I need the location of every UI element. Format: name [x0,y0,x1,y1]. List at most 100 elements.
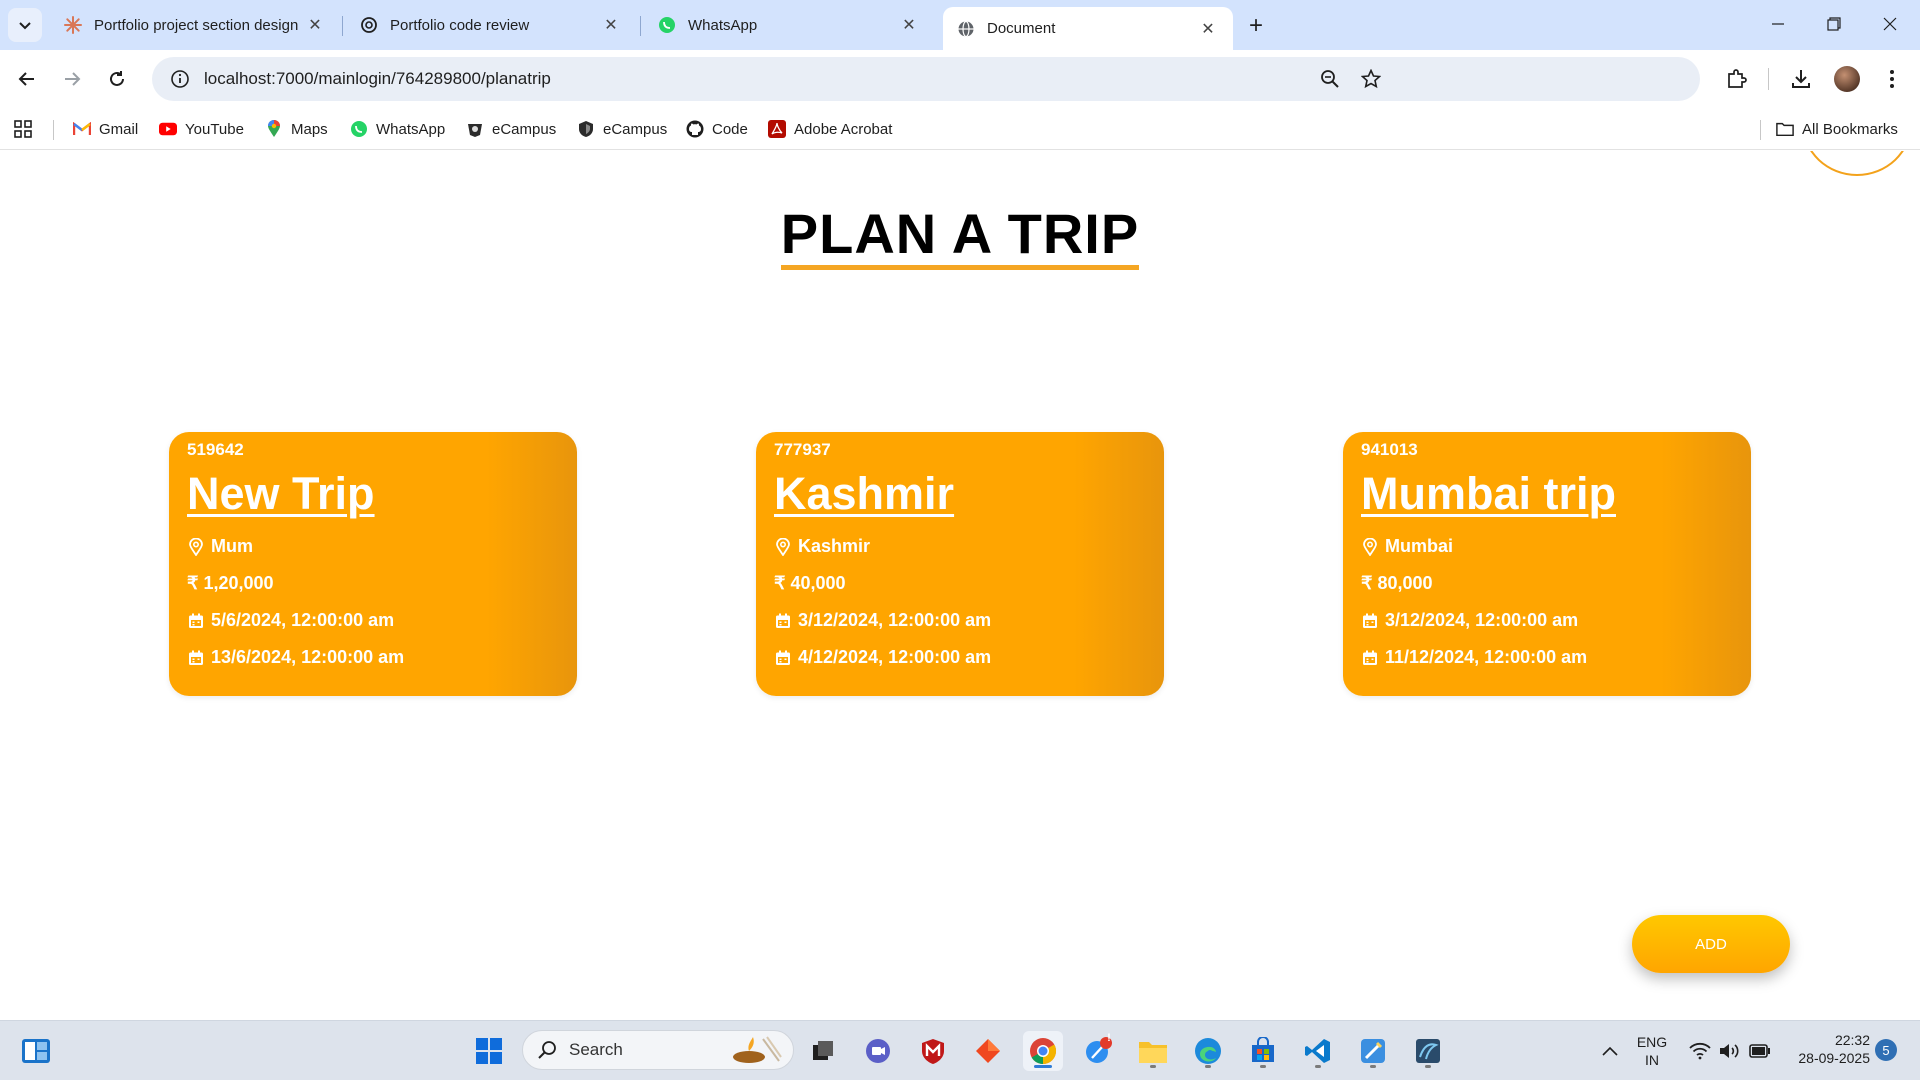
chatgpt-icon [360,16,378,34]
taskbar-search[interactable]: Search [522,1030,794,1070]
all-bookmarks-button[interactable]: All Bookmarks [1776,117,1898,141]
video-chat-icon [866,1039,890,1063]
trip-card[interactable]: 777937 Kashmir Kashmir ₹ 40,000 3/12/202… [756,432,1164,696]
tab-search-button[interactable] [8,8,42,42]
language-line2: IN [1645,1052,1659,1068]
forward-button[interactable] [55,62,89,96]
windows-logo-icon [476,1038,502,1064]
tab-portfolio-design[interactable]: Portfolio project section design ✕ [50,7,340,43]
taskbar-app-diamond[interactable] [968,1031,1008,1071]
tab-separator [342,16,343,36]
tab-document[interactable]: Document ✕ [943,7,1233,50]
diya-icon [733,1036,782,1063]
close-icon[interactable]: ✕ [600,14,622,36]
whiteboard-icon [1361,1039,1385,1063]
close-icon[interactable]: ✕ [898,14,920,36]
bookmark-ecampus-1[interactable]: eCampus [466,117,556,141]
tab-portfolio-code-review[interactable]: Portfolio code review ✕ [346,7,636,43]
trip-end-text: 11/12/2024, 12:00:00 am [1385,647,1588,667]
taskbar-app-sql[interactable] [1408,1031,1448,1071]
taskbar-app-store[interactable] [1243,1031,1283,1071]
edge-icon [1195,1038,1221,1064]
bookmark-youtube[interactable]: YouTube [159,117,244,141]
running-indicator [1034,1065,1052,1068]
close-window-button[interactable] [1862,0,1918,48]
tab-title: Document [987,20,1056,37]
minimize-icon [1772,23,1784,25]
trip-code: 941013 [1361,440,1418,459]
profile-button[interactable] [1830,62,1864,96]
bookmark-maps[interactable]: Maps [265,117,328,141]
trip-card[interactable]: 519642 New Trip Mum ₹ 1,20,000 5/6/2024,… [169,432,577,696]
claude-icon [64,16,82,34]
arrow-right-icon [65,72,81,86]
trip-name-link[interactable]: Mumbai trip [1361,466,1616,522]
widgets-button[interactable] [16,1031,56,1071]
arrow-left-icon [18,72,34,86]
taskbar-app-chrome[interactable] [1023,1031,1063,1071]
tab-title: WhatsApp [688,16,758,34]
back-button[interactable] [10,62,44,96]
bookmark-star-icon[interactable] [1359,67,1383,91]
bookmarks-divider [53,120,54,140]
show-hidden-icons-button[interactable] [1590,1031,1630,1071]
reload-button[interactable] [100,62,134,96]
zoom-icon[interactable] [1318,67,1342,91]
notification-badge[interactable]: 5 [1875,1039,1897,1061]
menu-button[interactable] [1875,62,1909,96]
site-info-icon[interactable] [160,69,200,89]
add-trip-button[interactable]: ADD [1632,915,1790,973]
taskbar-app-edge[interactable] [1188,1031,1228,1071]
bookmark-adobe-acrobat[interactable]: Adobe Acrobat [768,117,892,141]
taskbar-app-vscode[interactable] [1298,1031,1338,1071]
new-tab-button[interactable]: + [1240,10,1272,42]
trip-name-link[interactable]: Kashmir [774,466,954,522]
trip-start-text: 3/12/2024, 12:00:00 am [798,610,992,630]
restore-button[interactable] [1806,0,1862,48]
bookmark-code[interactable]: Code [686,117,748,141]
bookmarks-divider [1760,120,1761,140]
decorative-circle [1802,151,1912,176]
bookmark-ecampus-2[interactable]: eCampus [577,117,667,141]
language-indicator[interactable]: ENG IN [1628,1033,1676,1069]
trip-budget-text: ₹ 40,000 [774,573,846,593]
trip-budget: ₹ 1,20,000 [187,565,559,602]
taskbar-app-mcafee[interactable] [913,1031,953,1071]
taskbar-app-meet[interactable] [858,1031,898,1071]
page-content: PLAN A TRIP 519642 New Trip Mum ₹ 1,20,0… [0,151,1920,1020]
downloads-button[interactable] [1784,62,1818,96]
trip-card[interactable]: 941013 Mumbai trip Mumbai ₹ 80,000 3/12/… [1343,432,1751,696]
minimize-button[interactable] [1750,0,1806,48]
bookmark-whatsapp[interactable]: WhatsApp [350,117,445,141]
bookmark-gmail[interactable]: Gmail [73,117,138,141]
quick-settings-button[interactable] [1680,1031,1780,1071]
close-icon[interactable]: ✕ [304,14,326,36]
taskbar-app-skype[interactable]: ! [1078,1031,1118,1071]
page-title-wrapper: PLAN A TRIP [0,203,1920,270]
trip-location-text: Mumbai [1385,536,1454,556]
url-text: localhost:7000/mainlogin/764289800/plana… [204,69,551,88]
taskbar-app-file-explorer[interactable] [1133,1031,1173,1071]
apps-grid-icon [14,120,32,138]
trip-name-link[interactable]: New Trip [187,466,375,522]
trip-budget: ₹ 40,000 [774,565,1146,602]
clock[interactable]: 22:32 28-09-2025 [1780,1031,1870,1067]
battery-icon [1749,1044,1770,1058]
store-icon [1252,1037,1274,1062]
tab-whatsapp[interactable]: WhatsApp ✕ [644,7,934,43]
close-icon[interactable]: ✕ [1197,18,1219,40]
start-button[interactable] [469,1031,509,1071]
database-tool-icon [1416,1039,1440,1063]
trip-location: Mumbai [1361,528,1733,565]
apps-button[interactable] [14,117,40,141]
extensions-button[interactable] [1719,62,1753,96]
page-title: PLAN A TRIP [780,203,1140,270]
windows-taskbar: Search ! ENG IN 22:32 28-09-2025 5 [0,1020,1920,1080]
calendar-icon [774,612,792,630]
taskbar-app-paint[interactable] [1353,1031,1393,1071]
task-view-button[interactable] [803,1031,843,1071]
address-bar[interactable]: localhost:7000/mainlogin/764289800/plana… [152,57,1700,101]
calendar-icon [774,649,792,667]
trip-code: 519642 [187,440,244,459]
badge-alert: ! [1107,1032,1111,1044]
